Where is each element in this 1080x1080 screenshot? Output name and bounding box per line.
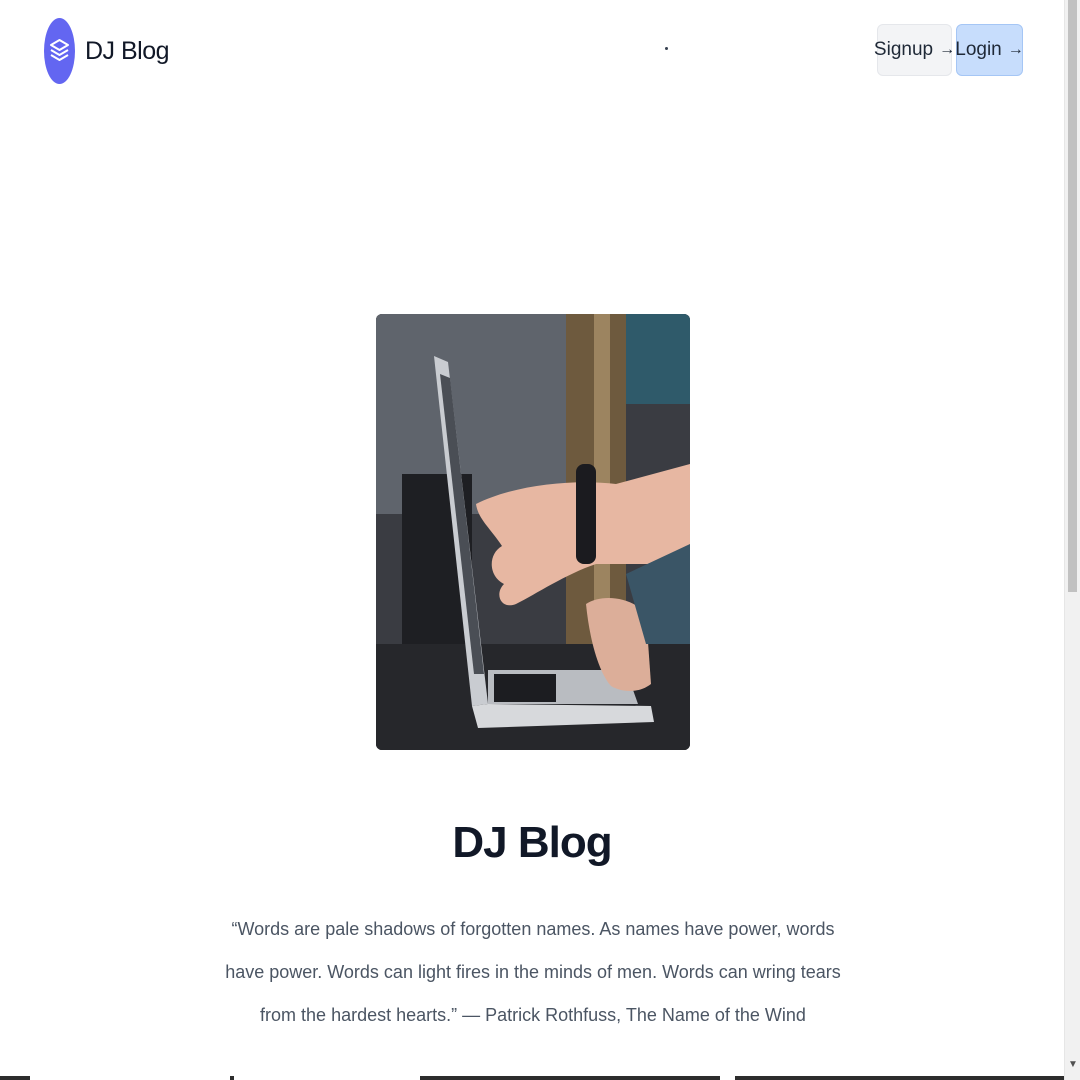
signup-button[interactable]: Signup → xyxy=(873,24,956,76)
signup-label: Signup xyxy=(873,39,934,60)
hero-quote: “Words are pale shadows of forgotten nam… xyxy=(225,919,841,1025)
bottom-edge xyxy=(0,1076,1064,1080)
laptop-hands-photo xyxy=(376,314,690,750)
brand-name: DJ Blog xyxy=(85,36,170,65)
login-button[interactable]: Login → xyxy=(955,24,1024,76)
vertical-scrollbar[interactable]: ▼ xyxy=(1064,0,1080,1080)
arrow-right-icon: → xyxy=(1007,41,1024,58)
login-label: Login xyxy=(955,39,1002,60)
page-viewport: DJ Blog Signup → Login → DJ Blog “Words … xyxy=(0,0,1064,1080)
scrollbar-thumb[interactable] xyxy=(1068,0,1077,592)
layers-stack-icon xyxy=(44,18,75,84)
arrow-right-icon: → xyxy=(939,41,956,58)
brand-home-link[interactable]: DJ Blog xyxy=(44,18,170,84)
nav-separator-dot xyxy=(665,47,668,50)
chevron-down-icon[interactable]: ▼ xyxy=(1065,1056,1080,1072)
site-header: DJ Blog Signup → Login → xyxy=(0,0,1064,104)
page-title: DJ Blog xyxy=(452,818,612,867)
hero-image xyxy=(376,314,690,750)
